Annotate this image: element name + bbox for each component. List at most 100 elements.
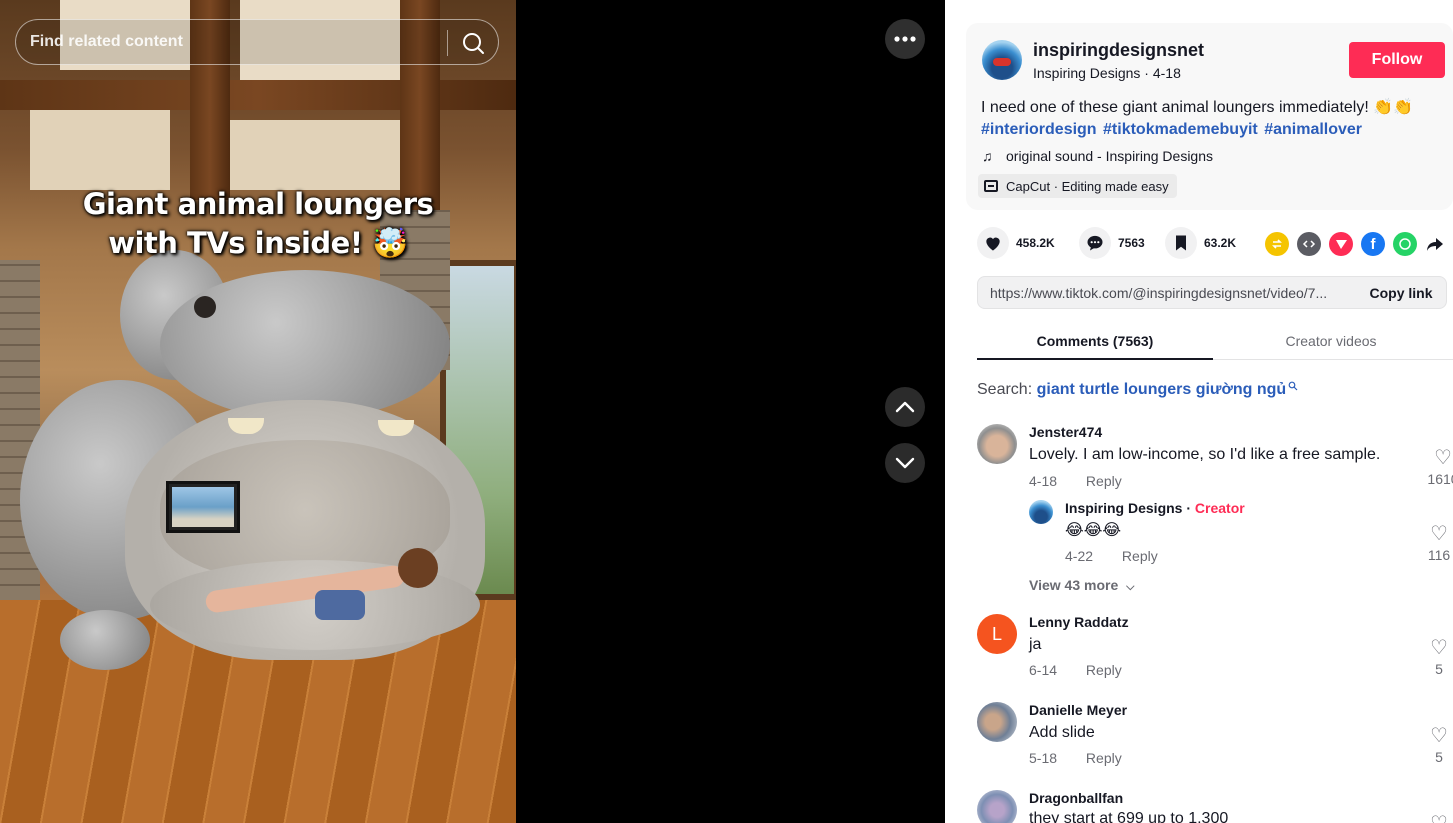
copy-link-button[interactable]: Copy link (1358, 277, 1444, 308)
related-search-label: Search: (977, 381, 1033, 398)
tab-comments[interactable]: Comments (7563) (977, 323, 1213, 360)
related-search-query[interactable]: giant turtle loungers giường ngủ (1037, 381, 1287, 398)
reply-button[interactable]: Reply (1122, 548, 1158, 564)
reply-text: 😂😂😂 (1065, 522, 1122, 539)
capcut-label: CapCut · Editing made easy (1006, 178, 1169, 194)
comment-like-button[interactable]: ♡ (1419, 814, 1453, 823)
side-panel: inspiringdesignsnet Inspiring Designs · … (945, 0, 1453, 823)
embed-icon[interactable] (1297, 232, 1321, 256)
post-date: 4-18 (1152, 65, 1181, 81)
search-icon (463, 33, 484, 54)
commenter-avatar[interactable] (977, 702, 1017, 742)
creator-badge: Creator (1194, 500, 1245, 516)
video-frame[interactable]: Giant animal loungers with TVs inside! 🤯 (0, 0, 516, 823)
video-caption: Giant animal loungers with TVs inside! 🤯 (0, 185, 516, 263)
separator-dot: · (1144, 65, 1153, 81)
next-video-button[interactable] (885, 443, 925, 483)
reply-author: Inspiring Designs · Creator (1065, 500, 1245, 516)
share-link-box: https://www.tiktok.com/@inspiringdesigns… (977, 276, 1447, 309)
reply-author-name[interactable]: Inspiring Designs (1065, 500, 1182, 516)
hashtag-link[interactable]: #animallover (1264, 121, 1362, 138)
related-search-suggestion[interactable]: Search: giant turtle loungers giường ngủ (977, 381, 1298, 399)
view-more-replies-button[interactable]: View 43 more ⌵ (1029, 577, 1134, 594)
comment-item: Jenster474 Lovely. I am low-income, so I… (977, 424, 1453, 494)
capcut-tag[interactable]: CapCut · Editing made easy (978, 174, 1177, 198)
heart-outline-icon: ♡ (1430, 813, 1448, 823)
tv-screen (166, 481, 240, 533)
ceiling-panel (30, 110, 170, 190)
commenter-avatar[interactable] (977, 790, 1017, 823)
related-search-bar[interactable] (15, 19, 499, 65)
comment-date: 5-18 (1029, 750, 1058, 766)
author-avatar[interactable] (982, 40, 1022, 80)
view-more-label: View 43 more (1029, 577, 1119, 593)
capcut-icon (984, 180, 998, 192)
author-display-name: Inspiring Designs (1033, 65, 1141, 81)
comment-date: 6-14 (1029, 662, 1058, 678)
comment-text: ja (1029, 636, 1042, 653)
share-link-url[interactable]: https://www.tiktok.com/@inspiringdesigns… (990, 285, 1356, 301)
whatsapp-icon[interactable] (1393, 232, 1417, 256)
comment-meta: 4-22 Reply (1065, 548, 1158, 564)
comment-item: Dragonballfan they start at 699 up to 1,… (977, 790, 1453, 823)
commenter-name[interactable]: Dragonballfan (1029, 790, 1123, 806)
comment-tabs: Comments (7563) Creator videos (977, 323, 1453, 360)
comment-like-button[interactable]: ♡ 5 (1419, 726, 1453, 765)
chevron-down-icon (895, 457, 915, 469)
chevron-up-icon (895, 401, 915, 413)
music-link[interactable]: ♫ original sound - Inspiring Designs (982, 148, 1213, 164)
person-shorts (315, 590, 365, 620)
music-note-icon: ♫ (982, 148, 993, 164)
search-input[interactable] (30, 20, 440, 64)
commenter-name[interactable]: Jenster474 (1029, 424, 1102, 440)
author-subtitle: Inspiring Designs · 4-18 (1033, 65, 1181, 81)
creator-avatar[interactable] (1029, 500, 1053, 524)
chevron-down-icon: ⌵ (1126, 581, 1135, 593)
follow-button[interactable]: Follow (1349, 42, 1445, 78)
caption-line-1: Giant animal loungers (82, 187, 434, 221)
hashtag-link[interactable]: #interiordesign (981, 121, 1097, 138)
video-info-card: inspiringdesignsnet Inspiring Designs · … (966, 23, 1453, 210)
commenter-name[interactable]: Danielle Meyer (1029, 702, 1127, 718)
commenter-avatar[interactable] (977, 424, 1017, 464)
heart-outline-icon: ♡ (1430, 637, 1448, 659)
comment-count: 7563 (1118, 236, 1145, 250)
previous-video-button[interactable] (885, 387, 925, 427)
heart-outline-icon: ♡ (1430, 725, 1448, 747)
reply-button[interactable]: Reply (1086, 750, 1122, 766)
facebook-icon[interactable]: f (1361, 232, 1385, 256)
commenter-avatar[interactable]: L (977, 614, 1017, 654)
like-count: 458.2K (1016, 236, 1055, 250)
music-title: original sound - Inspiring Designs (1006, 148, 1213, 164)
comment-meta: 4-18 Reply (1029, 473, 1122, 489)
heart-outline-icon: ♡ (1430, 523, 1448, 545)
save-button[interactable]: 63.2K (1165, 226, 1236, 260)
comment-meta: 6-14 Reply (1029, 662, 1122, 678)
description-text: I need one of these giant animal lounger… (981, 99, 1414, 116)
comment-like-count: 116 (1427, 547, 1451, 563)
comment-date: 4-22 (1065, 548, 1094, 564)
comment-like-button[interactable]: ♡ 1610 (1421, 448, 1453, 487)
send-icon[interactable] (1329, 232, 1353, 256)
author-handle[interactable]: inspiringdesignsnet (1033, 40, 1204, 61)
repost-icon[interactable] (1265, 232, 1289, 256)
share-arrow-icon[interactable] (1423, 232, 1447, 256)
comment-like-button[interactable]: ♡ 5 (1419, 638, 1453, 677)
comment-like-button[interactable]: ♡ 116 (1419, 524, 1453, 563)
reply-button[interactable]: Reply (1086, 473, 1122, 489)
save-count: 63.2K (1204, 236, 1237, 250)
commenter-name[interactable]: Lenny Raddatz (1029, 614, 1129, 630)
comment-text: Add slide (1029, 724, 1095, 741)
video-player[interactable]: Giant animal loungers with TVs inside! 🤯 (0, 0, 945, 823)
search-button[interactable] (456, 26, 490, 60)
more-options-button[interactable] (885, 19, 925, 59)
reply-button[interactable]: Reply (1086, 662, 1122, 678)
comment-button[interactable]: 7563 (1079, 226, 1145, 260)
hashtag-link[interactable]: #tiktokmademebuyit (1103, 121, 1258, 138)
comment-date: 4-18 (1029, 473, 1058, 489)
ellipsis-icon (894, 36, 916, 42)
caption-line-2: with TVs inside! 🤯 (108, 226, 408, 260)
tab-creator-videos[interactable]: Creator videos (1213, 323, 1449, 359)
like-button[interactable]: 458.2K (977, 226, 1055, 260)
ceiling-panel (220, 120, 410, 190)
